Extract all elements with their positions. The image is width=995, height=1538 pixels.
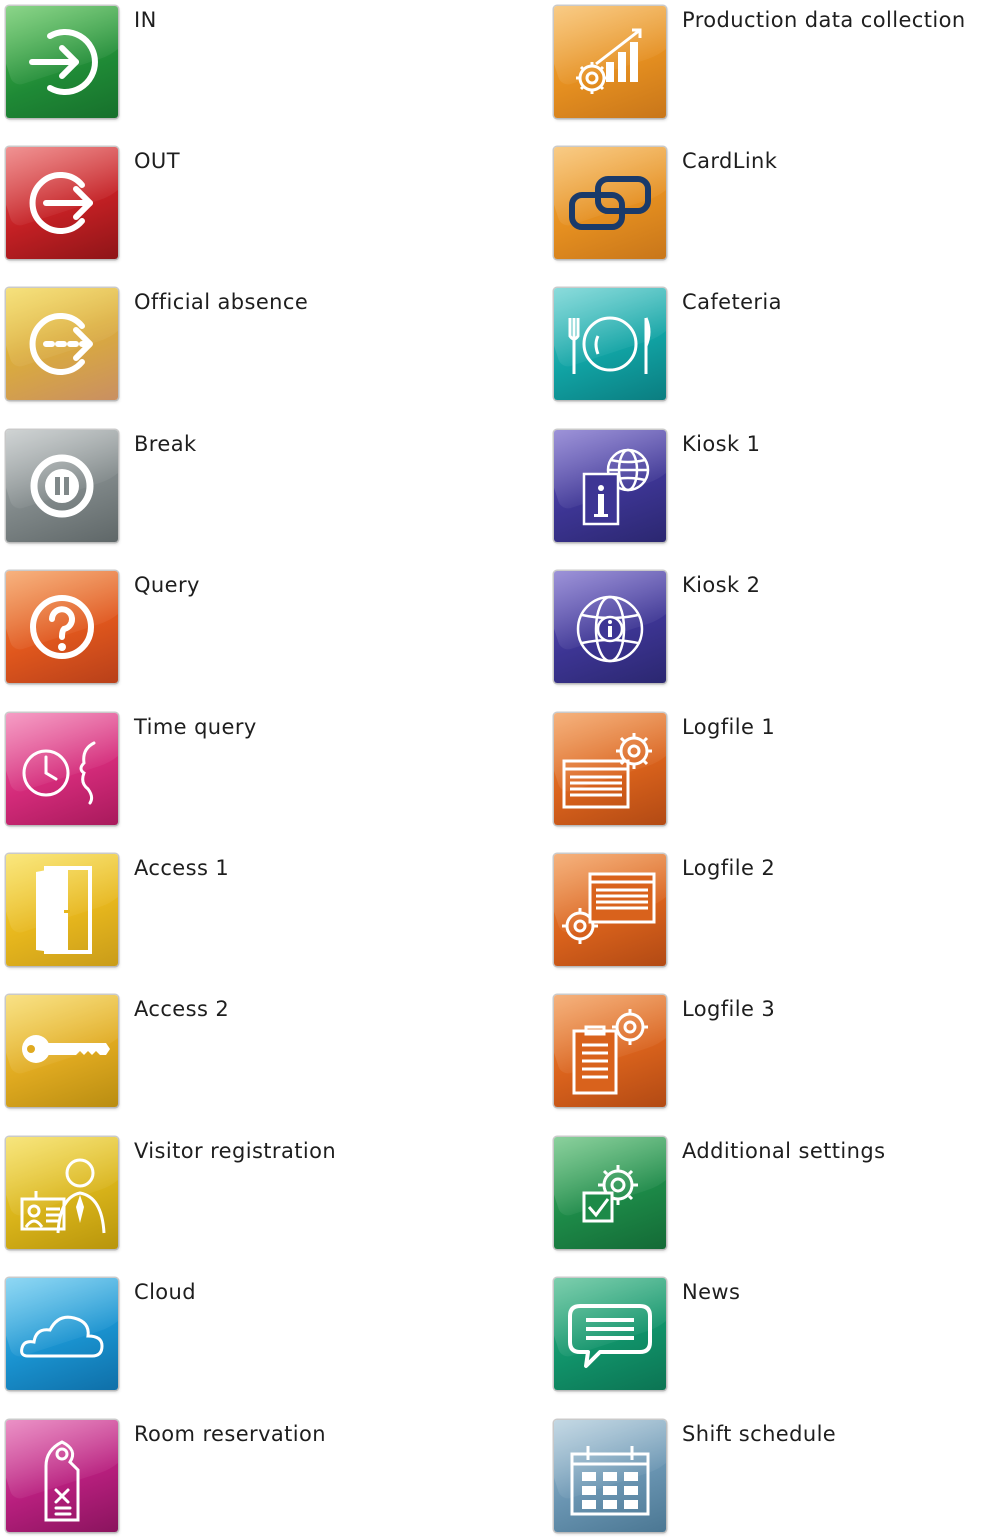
clipboard-gear-icon[interactable] [554,995,666,1107]
tile-label: Access 1 [134,856,230,880]
tile-label: News [682,1280,741,1304]
tile-label: CardLink [682,149,778,173]
production-chart-gear-icon[interactable] [554,6,666,118]
speech-bubble-icon[interactable] [554,1278,666,1390]
tile-label: IN [134,8,157,32]
info-globe-icon[interactable] [554,430,666,542]
door-icon[interactable] [6,854,118,966]
tile-label: Break [134,432,197,456]
official-absence-icon[interactable] [6,288,118,400]
sign-out-icon[interactable] [6,147,118,259]
tile-label: Access 2 [134,997,230,1021]
tile-label: OUT [134,149,180,173]
tile-label: Cafeteria [682,290,782,314]
cloud-icon[interactable] [6,1278,118,1390]
tile-label: Query [134,573,200,597]
door-hanger-icon[interactable] [6,1420,118,1532]
tile-label: Logfile 1 [682,715,776,739]
logfile-gear-icon[interactable] [554,854,666,966]
tile-label: Room reservation [134,1422,326,1446]
tile-label: Shift schedule [682,1422,837,1446]
visitor-badge-icon[interactable] [6,1137,118,1249]
calendar-icon[interactable] [554,1420,666,1532]
question-icon[interactable] [6,571,118,683]
tile-label: Official absence [134,290,309,314]
tile-label: Kiosk 1 [682,432,761,456]
tile-label: Logfile 2 [682,856,776,880]
sign-in-icon[interactable] [6,6,118,118]
tile-label: Logfile 3 [682,997,776,1021]
settings-check-icon[interactable] [554,1137,666,1249]
clock-query-icon[interactable] [6,713,118,825]
tile-label: Visitor registration [134,1139,337,1163]
tile-label: Cloud [134,1280,196,1304]
key-icon[interactable] [6,995,118,1107]
tile-label: Time query [134,715,257,739]
chain-link-icon[interactable] [554,147,666,259]
tile-label: Additional settings [682,1139,886,1163]
tile-label: Production data collection [682,8,966,32]
tile-label: Kiosk 2 [682,573,761,597]
plate-cutlery-icon[interactable] [554,288,666,400]
logfile-gear-icon[interactable] [554,713,666,825]
pause-icon[interactable] [6,430,118,542]
globe-info-icon[interactable] [554,571,666,683]
